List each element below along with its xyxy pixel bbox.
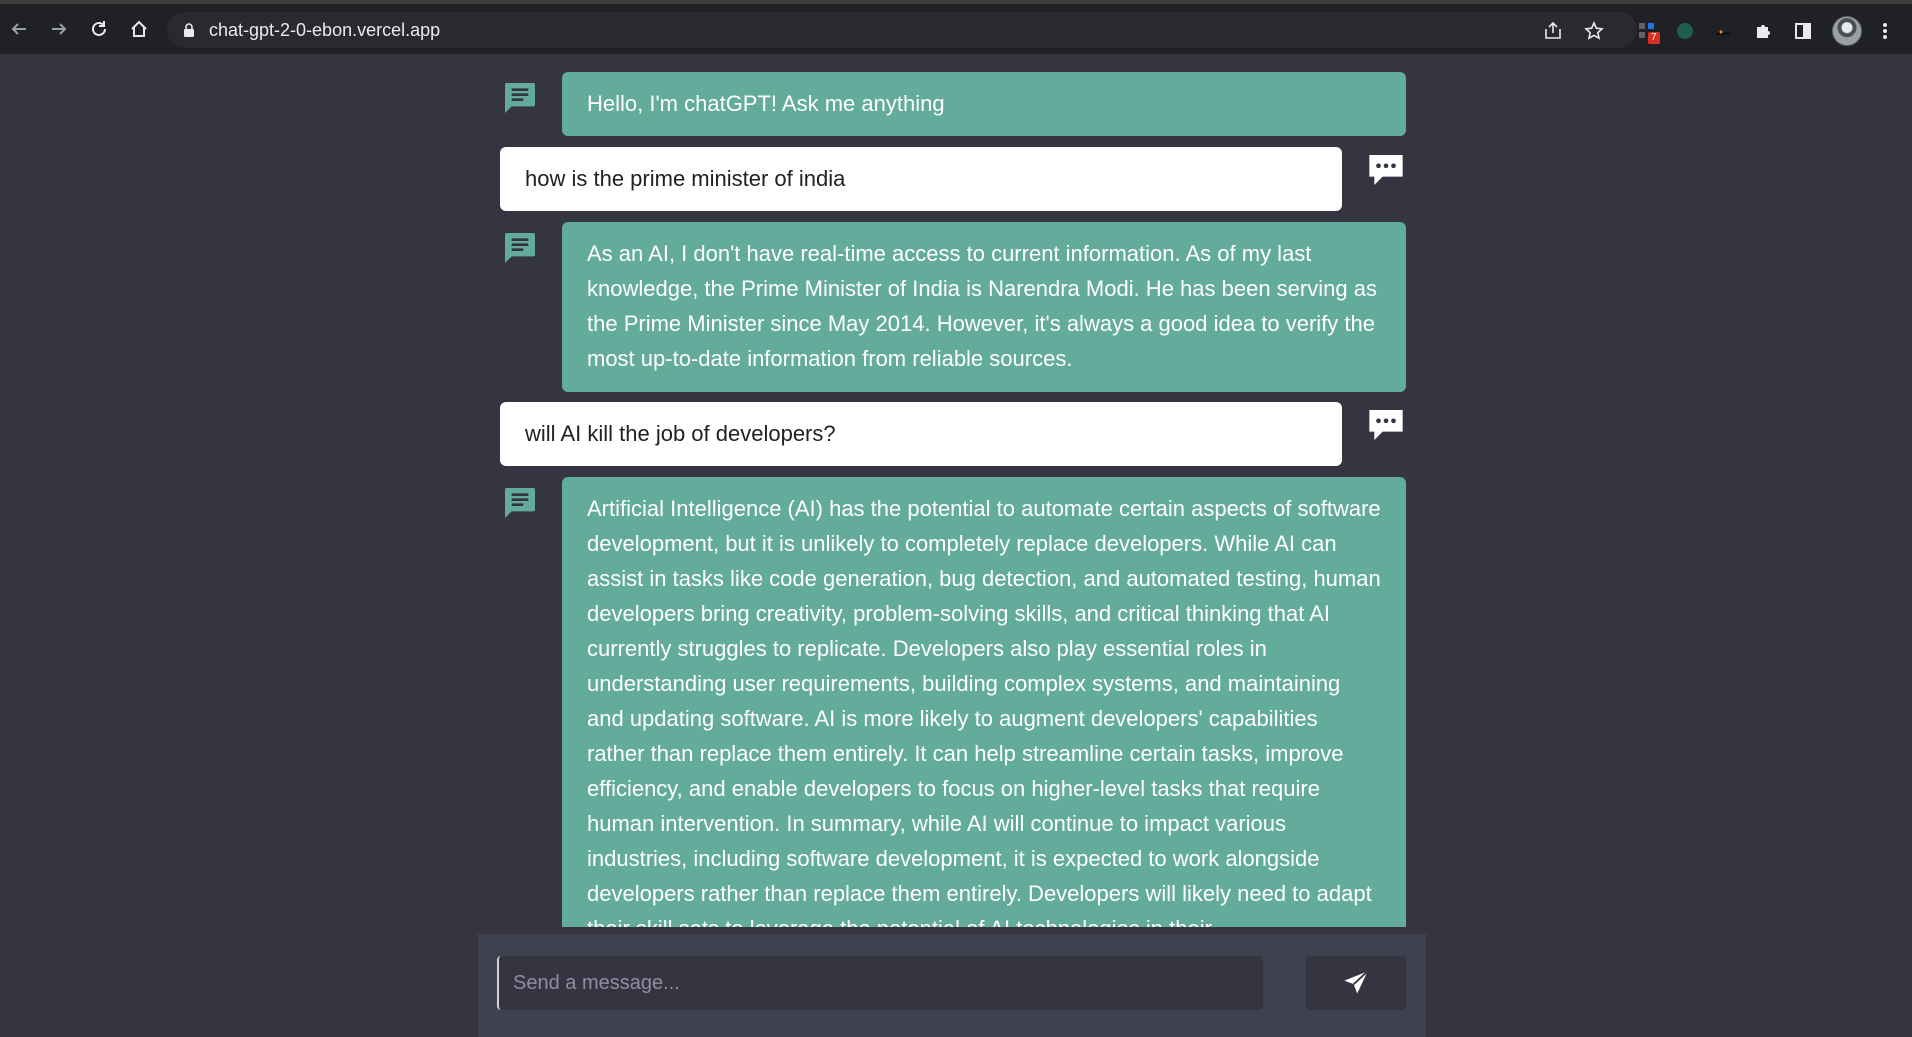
extension-dark-icon [1715,30,1731,35]
message-input[interactable] [497,956,1263,1010]
send-button[interactable] [1306,956,1406,1010]
url-text: chat-gpt-2-0-ebon.vercel.app [209,20,441,40]
reload-icon [92,21,106,36]
chat-icon [505,488,535,518]
more-vertical-icon [1883,23,1887,39]
arrow-left-icon [11,23,26,35]
user-message: how is the prime minister of india [500,147,1406,211]
menu-button[interactable] [1872,18,1898,44]
bot-message: Artificial Intelligence (AI) has the pot… [500,477,1406,927]
address-bar[interactable]: chat-gpt-2-0-ebon.vercel.app [167,12,1637,48]
chat-icon [505,83,535,113]
home-button[interactable] [124,14,154,44]
composer [478,934,1426,1037]
share-icon [1545,21,1561,39]
extensions-button[interactable] [1750,18,1776,44]
browser-toolbar: chat-gpt-2-0-ebon.vercel.app 7 [0,0,1912,54]
bot-message: As an AI, I don't have real-time access … [500,222,1406,392]
lock-icon [184,23,194,37]
star-icon [1584,21,1604,40]
avatar [1832,16,1862,46]
side-panel-icon [1795,23,1811,39]
extension-button-1[interactable]: 7 [1634,18,1660,44]
comment-dots-icon [1369,410,1403,440]
bot-message-text: Hello, I'm chatGPT! Ask me anything [562,72,1406,136]
extension-button-3[interactable] [1710,18,1736,44]
forward-button[interactable] [44,14,74,44]
comment-dots-icon [1369,155,1403,185]
chat-icon [505,233,535,263]
user-message: will AI kill the job of developers? [500,402,1406,466]
bookmark-button[interactable] [1583,20,1605,42]
user-message-text: will AI kill the job of developers? [500,402,1342,466]
arrow-right-icon [52,23,67,35]
share-button[interactable] [1542,20,1564,42]
bot-message-text: Artificial Intelligence (AI) has the pot… [562,477,1406,927]
user-message-text: how is the prime minister of india [500,147,1342,211]
reload-button[interactable] [84,14,114,44]
openai-extension-icon [1677,23,1693,39]
puzzle-icon [1757,25,1770,38]
back-button[interactable] [4,14,34,44]
send-icon [1344,970,1369,994]
home-icon [131,20,147,37]
profile-button[interactable] [1832,16,1862,46]
extension-button-2[interactable] [1672,18,1698,44]
bot-message-text: As an AI, I don't have real-time access … [562,222,1406,392]
side-panel-button[interactable] [1790,18,1816,44]
extension-badge: 7 [1648,32,1660,44]
bot-message: Hello, I'm chatGPT! Ask me anything [500,72,1406,136]
chat-container[interactable]: Hello, I'm chatGPT! Ask me anything how … [500,72,1406,927]
